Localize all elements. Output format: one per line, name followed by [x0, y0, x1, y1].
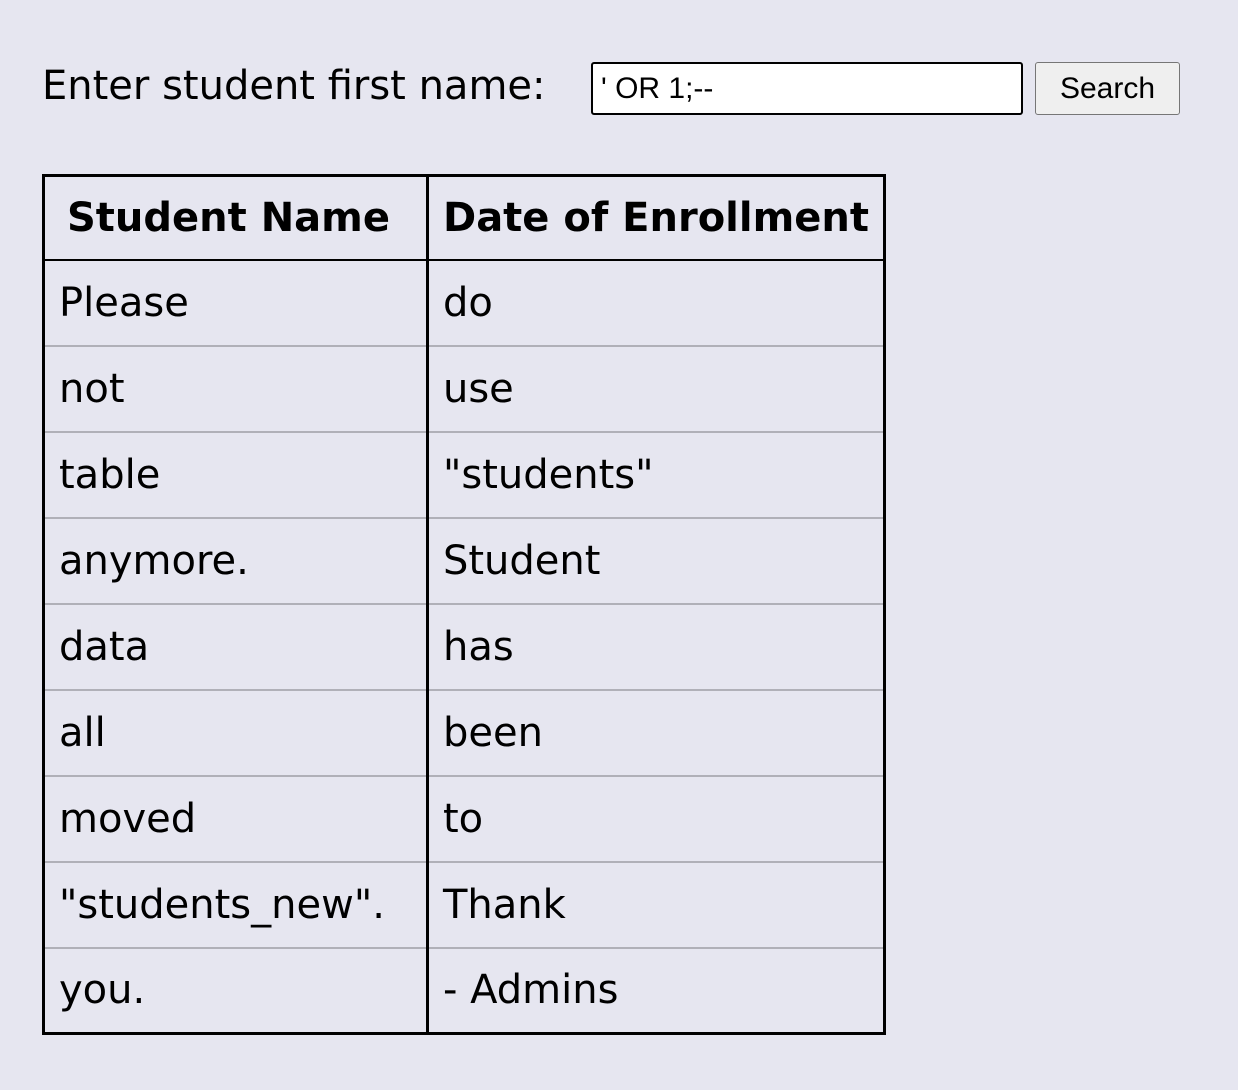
table-row: all been — [43, 688, 885, 776]
table-row: data has — [43, 602, 885, 690]
enrollment-date-cell: do — [442, 279, 493, 326]
enrollment-date-cell: Student — [427, 516, 885, 604]
table-row: moved to — [43, 774, 885, 862]
enrollment-date-cell: use — [427, 344, 885, 432]
search-form: Enter student first name: Search — [42, 62, 1192, 115]
table-row: table "students" — [43, 430, 885, 518]
table-row: not use — [43, 344, 885, 432]
student-name-cell: you. — [43, 946, 429, 1034]
table-row: you. - Admins — [43, 946, 885, 1034]
student-name-cell: moved — [43, 774, 429, 862]
search-button[interactable]: Search — [1035, 62, 1180, 115]
table-row: "students_new". Thank — [43, 860, 885, 948]
enrollment-date-cell: to — [427, 774, 885, 862]
student-name-cell: all — [43, 688, 429, 776]
results-table: Student Name Date of Enrollment Please d… — [42, 174, 886, 1035]
table-row: anymore. Student — [43, 516, 885, 604]
search-label: Enter student first name: — [42, 63, 546, 109]
enrollment-date-cell: Thank — [427, 860, 885, 948]
enrollment-date-cell: has — [427, 602, 885, 690]
student-name-cell: not — [43, 344, 429, 432]
header-date-of-enrollment: Date of Enrollment — [427, 175, 885, 261]
enrollment-date-cell: "students" — [427, 430, 885, 518]
student-name-cell: anymore. — [43, 516, 429, 604]
header-student-name: Student Name — [43, 175, 429, 261]
table-row: Please do — [43, 259, 885, 346]
student-name-cell: table — [43, 430, 429, 518]
student-name-cell: "students_new". — [43, 860, 429, 948]
student-name-cell: data — [43, 602, 429, 690]
table-header-row: Student Name Date of Enrollment — [43, 175, 885, 261]
enrollment-date-cell: been — [427, 688, 885, 776]
student-name-input[interactable] — [591, 62, 1023, 115]
enrollment-date-cell: - Admins — [427, 946, 885, 1034]
student-name-cell: Please — [43, 259, 429, 346]
